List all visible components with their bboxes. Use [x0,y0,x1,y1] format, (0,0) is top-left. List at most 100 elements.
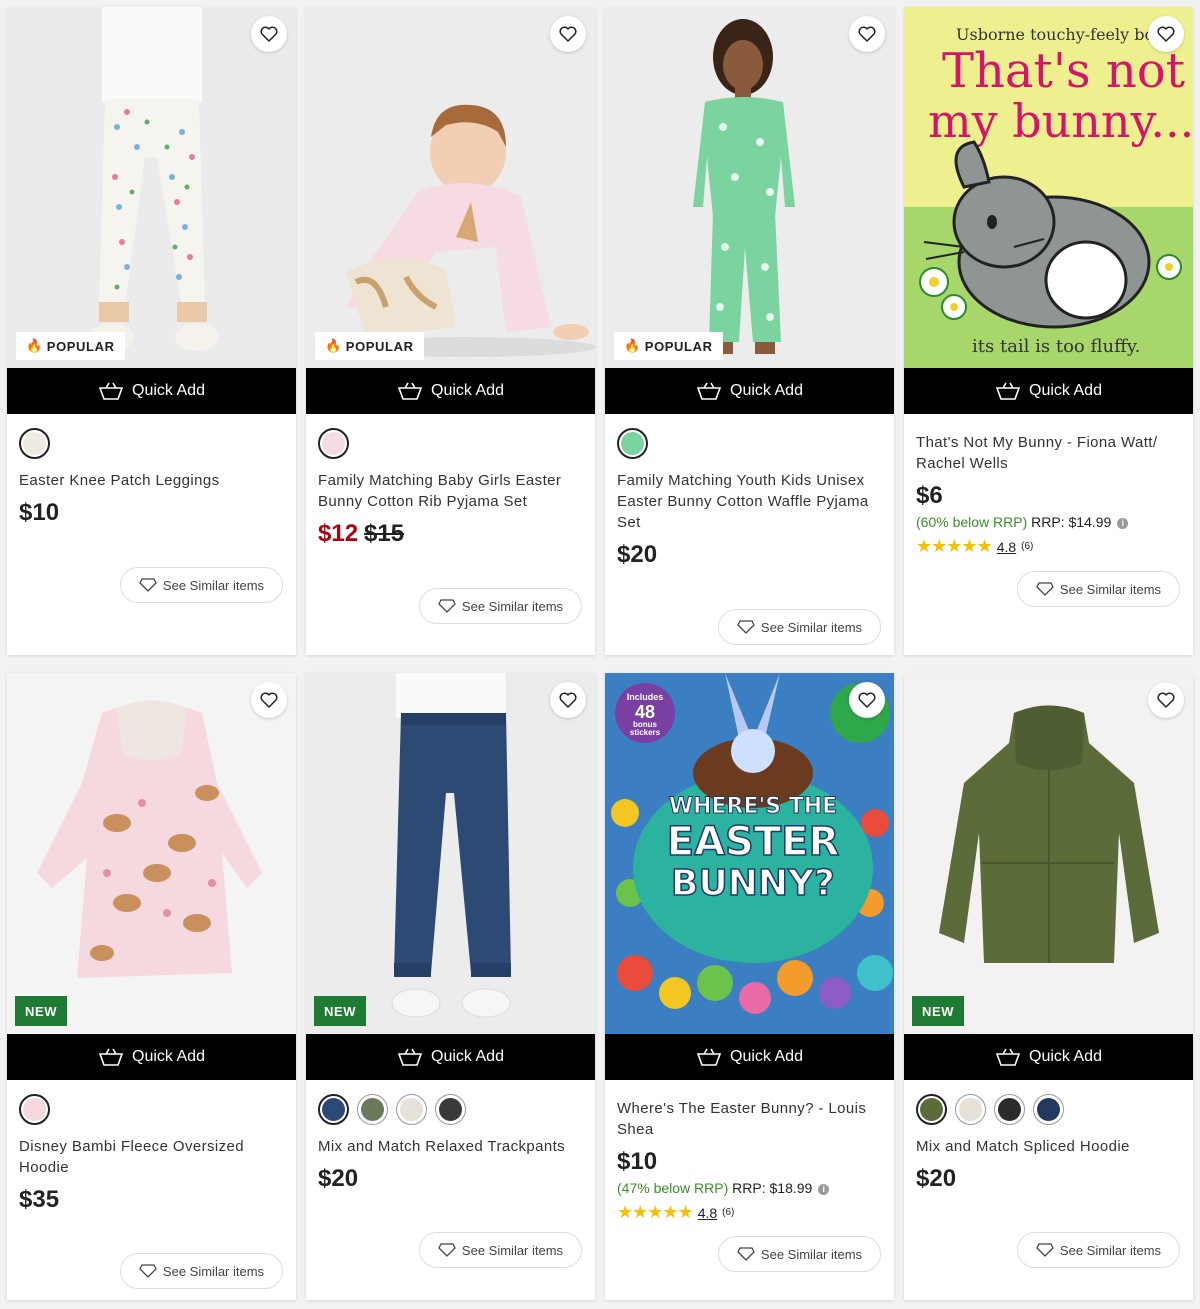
product-image[interactable]: 🔥 POPULAR [605,7,894,368]
product-title[interactable]: Family Matching Baby Girls Easter Bunny … [318,470,583,512]
wishlist-button[interactable] [1148,16,1184,52]
see-similar-button[interactable]: See Similar items [718,609,881,645]
see-similar-button[interactable]: See Similar items [419,1232,582,1268]
wishlist-button[interactable] [251,682,287,718]
info-icon[interactable]: i [818,1184,830,1195]
product-image[interactable]: Includes 48 bonus stickers WHERE'S THE E… [605,673,894,1034]
color-swatch[interactable] [318,1094,349,1125]
color-swatch[interactable] [617,428,648,459]
product-title[interactable]: Family Matching Youth Kids Unisex Easter… [617,470,882,533]
color-swatches [318,1094,583,1126]
rrp-discount: (60% below RRP) [916,514,1028,530]
basket-icon [98,382,124,400]
wishlist-button[interactable] [849,16,885,52]
book-cover-title-1: WHERE'S THE [669,794,837,819]
product-image[interactable]: NEW [7,673,296,1034]
new-badge: NEW [15,996,68,1026]
heart-icon [260,692,278,708]
product-card[interactable]: 🔥 POPULAR Quick Add Easter Knee Patch Le… [7,7,296,655]
wishlist-button[interactable] [1148,682,1184,718]
info-icon[interactable]: i [1117,518,1129,529]
quick-add-button[interactable]: Quick Add [904,368,1193,414]
heart-icon [858,692,876,708]
rating-score[interactable]: 4.8 [997,539,1016,555]
product-card[interactable]: NEW Quick Add Disney Bambi Fleece Oversi… [7,673,296,1300]
product-card[interactable]: NEW Quick Add Mix and Match Spliced Hood… [904,673,1193,1300]
product-title[interactable]: Mix and Match Spliced Hoodie [916,1136,1181,1157]
color-swatch[interactable] [994,1094,1025,1125]
similar-icon [1036,582,1054,596]
heart-icon [858,26,876,42]
flame-icon: 🔥 [26,338,43,353]
was-price: $15 [364,520,405,547]
color-swatch[interactable] [357,1094,388,1125]
product-rating[interactable]: ★★★★★ 4.8 (6) [617,1202,882,1223]
see-similar-button[interactable]: See Similar items [120,1253,283,1289]
product-title[interactable]: Disney Bambi Fleece Oversized Hoodie [19,1136,284,1178]
see-similar-button[interactable]: See Similar items [718,1236,881,1272]
wishlist-button[interactable] [550,16,586,52]
quick-add-button[interactable]: Quick Add [605,1034,894,1080]
color-swatch[interactable] [318,428,349,459]
wishlist-button[interactable] [550,682,586,718]
product-image[interactable]: NEW [904,673,1193,1034]
product-card[interactable]: 🔥 POPULAR Quick Add Family Matching Yout… [605,7,894,655]
color-swatch[interactable] [955,1094,986,1125]
rrp-price: RRP: $14.99 [1031,514,1112,530]
product-card[interactable]: Usborne touchy-feely books That's not my… [904,7,1193,655]
product-title[interactable]: Easter Knee Patch Leggings [19,470,284,491]
basket-icon [696,1048,722,1066]
rating-score[interactable]: 4.8 [698,1205,717,1221]
product-price: $20 [617,541,658,568]
product-title[interactable]: Mix and Match Relaxed Trackpants [318,1136,583,1157]
similar-icon [1036,1243,1054,1257]
product-card[interactable]: NEW Quick Add Mix and Match Relaxed Trac… [306,673,595,1300]
product-image[interactable]: 🔥 POPULAR [306,7,595,368]
quick-add-button[interactable]: Quick Add [7,1034,296,1080]
new-badge: NEW [314,996,367,1026]
color-swatch[interactable] [916,1094,947,1125]
basket-icon [397,382,423,400]
product-title[interactable]: Where's The Easter Bunny? - Louis Shea [617,1098,882,1140]
color-swatch[interactable] [19,1094,50,1125]
basket-icon [397,1048,423,1066]
similar-icon [139,1264,157,1278]
quick-add-button[interactable]: Quick Add [306,1034,595,1080]
quick-add-button[interactable]: Quick Add [7,368,296,414]
flame-icon: 🔥 [325,338,342,353]
product-image[interactable]: NEW [306,673,595,1034]
product-image[interactable]: Usborne touchy-feely books That's not my… [904,7,1193,368]
product-card[interactable]: 🔥 POPULAR Quick Add Family Matching Baby… [306,7,595,655]
see-similar-button[interactable]: See Similar items [120,567,283,603]
product-rating[interactable]: ★★★★★ 4.8 (6) [916,536,1181,557]
popular-badge: 🔥 POPULAR [16,332,125,360]
color-swatch[interactable] [19,428,50,459]
star-rating-icon: ★★★★★ [916,536,993,556]
quick-add-button[interactable]: Quick Add [306,368,595,414]
new-badge: NEW [912,996,965,1026]
quick-add-button[interactable]: Quick Add [904,1034,1193,1080]
color-swatches [318,428,583,460]
wishlist-button[interactable] [251,16,287,52]
quick-add-button[interactable]: Quick Add [605,368,894,414]
popular-badge: 🔥 POPULAR [614,332,723,360]
color-swatch[interactable] [435,1094,466,1125]
product-price: $12 $15 [318,520,583,548]
color-swatch[interactable] [1033,1094,1064,1125]
book-badge-line2: 48 [635,702,655,722]
see-similar-button[interactable]: See Similar items [419,588,582,624]
see-similar-button[interactable]: See Similar items [1017,571,1180,607]
product-image[interactable]: 🔥 POPULAR [7,7,296,368]
color-swatches [617,428,882,460]
color-swatch[interactable] [396,1094,427,1125]
product-title[interactable]: That's Not My Bunny - Fiona Watt/ Rachel… [916,432,1181,474]
basket-icon [995,1048,1021,1066]
product-grid: 🔥 POPULAR Quick Add Easter Knee Patch Le… [0,0,1200,1309]
product-card[interactable]: Includes 48 bonus stickers WHERE'S THE E… [605,673,894,1300]
rating-count: (6) [1021,541,1034,552]
star-rating-icon: ★★★★★ [617,1202,694,1222]
book-cover-title-2: EASTER [667,819,840,865]
see-similar-button[interactable]: See Similar items [1017,1232,1180,1268]
book-badge-line1: Includes [627,692,664,702]
wishlist-button[interactable] [849,682,885,718]
